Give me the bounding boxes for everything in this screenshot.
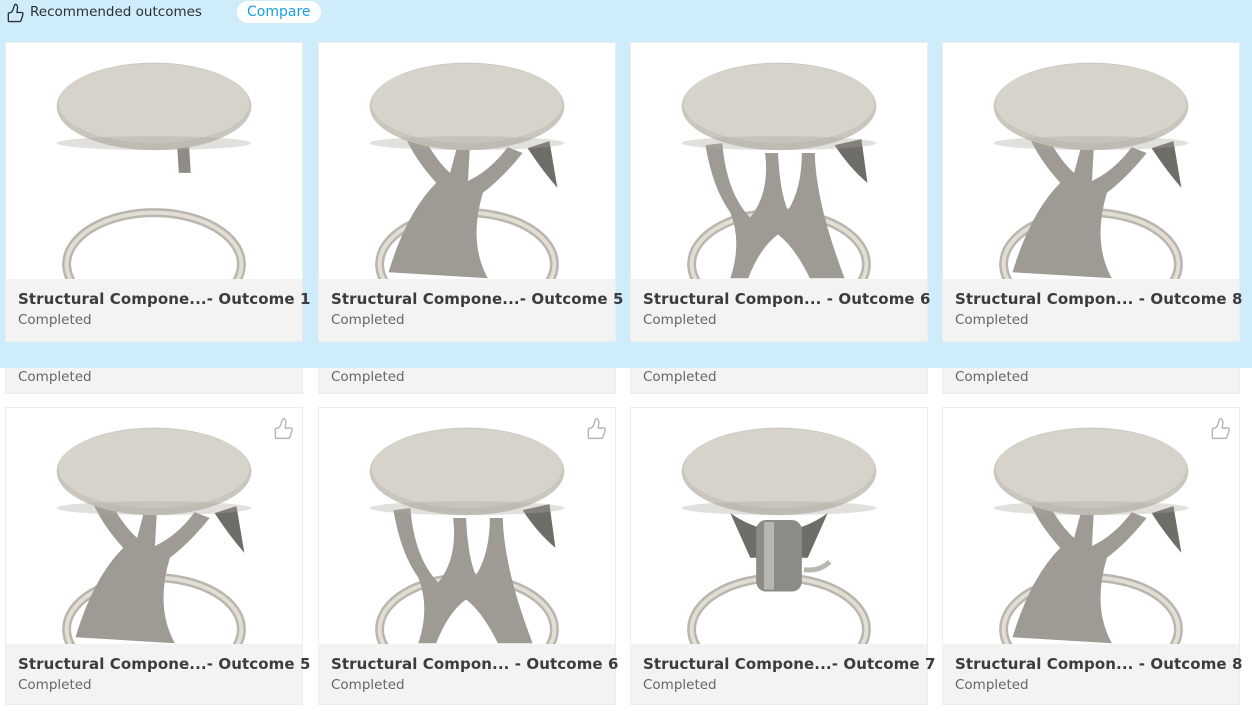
card-status: Completed [18, 312, 92, 328]
outcome-card[interactable]: Structural Compone...- Outcome 5 Complet… [5, 407, 310, 705]
outcome-thumbnail [6, 408, 302, 644]
card-status: Completed [955, 677, 1029, 693]
card-title: Structural Compone...- Outcome 1 [18, 290, 311, 308]
recommended-outcomes-panel: Recommended outcomes Compare Structural … [0, 0, 1252, 368]
card-status: Completed [643, 677, 717, 693]
outcome-card[interactable]: Structural Compone...- Outcome 7 Complet… [630, 407, 935, 705]
recommended-outcome-card[interactable]: Structural Compone...- Outcome 5 Complet… [318, 42, 623, 342]
recommended-title: Recommended outcomes [30, 4, 202, 20]
recommended-header: Recommended outcomes Compare [0, 0, 1252, 26]
thumbs-up-icon[interactable] [272, 416, 294, 440]
card-title: Structural Compone...- Outcome 5 [18, 655, 311, 673]
card-status: Completed [18, 677, 92, 693]
outcome-thumbnail [943, 408, 1239, 644]
card-title: Structural Compone...- Outcome 7 [643, 655, 936, 673]
outcome-thumbnail [6, 43, 302, 279]
card-title: Structural Compon... - Outcome 8 [955, 290, 1243, 308]
card-status: Completed [643, 312, 717, 328]
outcome-thumbnail [319, 408, 615, 644]
outcome-thumbnail [631, 43, 927, 279]
recommended-outcome-card[interactable]: Structural Compone...- Outcome 1 Complet… [5, 42, 310, 342]
outcome-thumbnail [319, 43, 615, 279]
card-status: Completed [955, 312, 1029, 328]
outcome-thumbnail [631, 408, 927, 644]
card-status: Completed [955, 369, 1029, 385]
outcome-card[interactable]: Structural Compon... - Outcome 8 Complet… [942, 407, 1243, 705]
card-title: Structural Compon... - Outcome 8 [955, 655, 1243, 673]
recommended-outcome-card[interactable]: Structural Compon... - Outcome 6 Complet… [630, 42, 931, 342]
thumbs-up-icon[interactable] [1209, 416, 1231, 440]
card-status: Completed [331, 677, 405, 693]
card-status: Completed [18, 369, 92, 385]
thumbs-up-icon[interactable] [585, 416, 607, 440]
recommended-outcome-card[interactable]: Structural Compon... - Outcome 8 Complet… [942, 42, 1243, 342]
thumbs-up-outline-icon [5, 2, 25, 23]
card-status: Completed [331, 369, 405, 385]
card-status: Completed [643, 369, 717, 385]
outcome-thumbnail [943, 43, 1239, 279]
outcome-card[interactable]: Structural Compon... - Outcome 6 Complet… [318, 407, 619, 705]
card-status: Completed [331, 312, 405, 328]
card-title: Structural Compone...- Outcome 5 [331, 290, 624, 308]
compare-button[interactable]: Compare [237, 1, 321, 23]
card-title: Structural Compon... - Outcome 6 [331, 655, 619, 673]
card-title: Structural Compon... - Outcome 6 [643, 290, 931, 308]
